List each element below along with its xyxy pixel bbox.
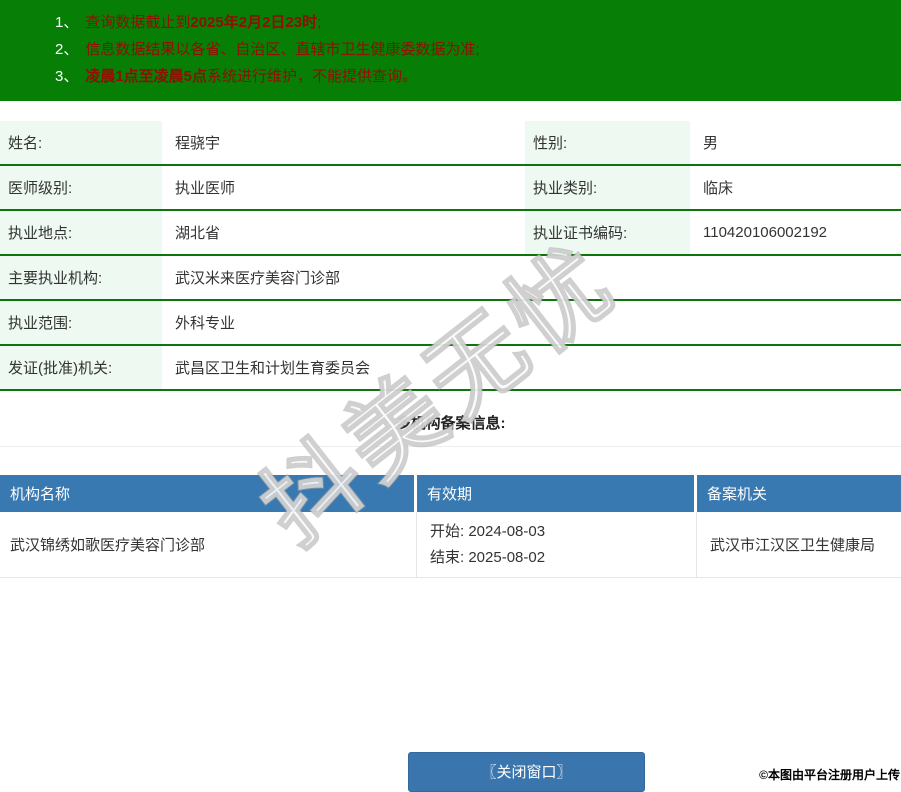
field-value-issuing-authority: 武昌区卫生和计划生育委员会 [175,360,371,377]
notice-line-2: 2、 信息数据结果以各省、自治区、直辖市卫生健康委数据为准; [0,36,901,63]
authority-cell: 武汉市江汉区卫生健康局 [710,537,876,554]
close-window-button[interactable]: 〖关闭窗口〗 [408,752,645,792]
notice-line-1: 1、 查询数据截止到2025年2月2日23时; [0,9,901,36]
field-value-main-institution: 武汉米来医疗美容门诊部 [175,270,341,287]
validity-end: 结束: 2025-08-02 [430,548,546,566]
filing-header-org: 机构名称 [0,475,417,512]
multi-org-section-title: 多机构备案信息: [0,399,901,447]
field-label-gender: 性别: [525,121,690,164]
notice-text: 信息数据结果以各省、自治区、直辖市卫生健康委数据为准; [85,41,480,58]
notice-text-bold: 凌晨1点至凌晨5点 [85,68,208,85]
notice-number: 1、 [55,14,79,31]
notice-number: 2、 [55,41,79,58]
field-value-category: 临床 [703,180,734,197]
info-row-scope: 执业范围: 外科专业 [0,301,901,346]
notice-text-bold: 2025年2月2日23时 [190,14,318,31]
notice-banner: 1、 查询数据截止到2025年2月2日23时; 2、 信息数据结果以各省、自治区、直… [0,0,901,101]
field-label-category: 执业类别: [525,166,690,209]
notice-number: 3、 [55,68,79,85]
filing-header-authority: 备案机关 [707,486,768,503]
info-row-level-category: 医师级别: 执业医师 执业类别: 临床 [0,166,901,211]
filing-table: 机构名称 有效期 备案机关 武汉锦绣如歌医疗美容门诊部 开始: 2024-08-… [0,475,901,578]
field-value-name: 程骁宇 [175,135,221,152]
field-label-name: 姓名: [0,121,162,164]
field-label-certificate-no: 执业证书编码: [525,211,690,254]
info-row-location-certno: 执业地点: 湖北省 执业证书编码: 110420106002192 [0,211,901,256]
notice-text: ; [317,14,322,31]
field-value-level: 执业医师 [175,180,236,197]
field-label-scope: 执业范围: [0,301,162,344]
validity-cell: 开始: 2024-08-03 结束: 2025-08-02 [417,512,697,577]
field-label-location: 执业地点: [0,211,162,254]
field-label-level: 医师级别: [0,166,162,209]
practitioner-info-table: 姓名: 程骁宇 性别: 男 医师级别: 执业医师 执业类别: 临床 执业地点: … [0,121,901,391]
field-label-main-institution: 主要执业机构: [0,256,162,299]
field-value-certificate-no: 110420106002192 [703,224,828,241]
filing-header-validity: 有效期 [417,475,697,512]
filing-table-row: 武汉锦绣如歌医疗美容门诊部 开始: 2024-08-03 结束: 2025-08… [0,512,901,578]
field-label-issuing-authority: 发证(批准)机关: [0,346,162,389]
notice-text: 查询数据截止到 [85,14,191,31]
notice-text: 系统进行维护，不能提供查询。 [207,68,418,85]
info-row-name-gender: 姓名: 程骁宇 性别: 男 [0,121,901,166]
upload-credit: ©本图由平台注册用户上传 [759,768,900,782]
notice-line-3: 3、 凌晨1点至凌晨5点系统进行维护，不能提供查询。 [0,63,901,90]
field-value-gender: 男 [703,135,719,152]
filing-table-header: 机构名称 有效期 备案机关 [0,475,901,512]
org-name-cell: 武汉锦绣如歌医疗美容门诊部 [0,512,417,577]
field-value-scope: 外科专业 [175,315,236,332]
validity-start: 开始: 2024-08-03 [430,522,546,540]
info-row-issuing-authority: 发证(批准)机关: 武昌区卫生和计划生育委员会 [0,346,901,391]
field-value-location: 湖北省 [175,225,221,242]
info-row-main-institution: 主要执业机构: 武汉米来医疗美容门诊部 [0,256,901,301]
